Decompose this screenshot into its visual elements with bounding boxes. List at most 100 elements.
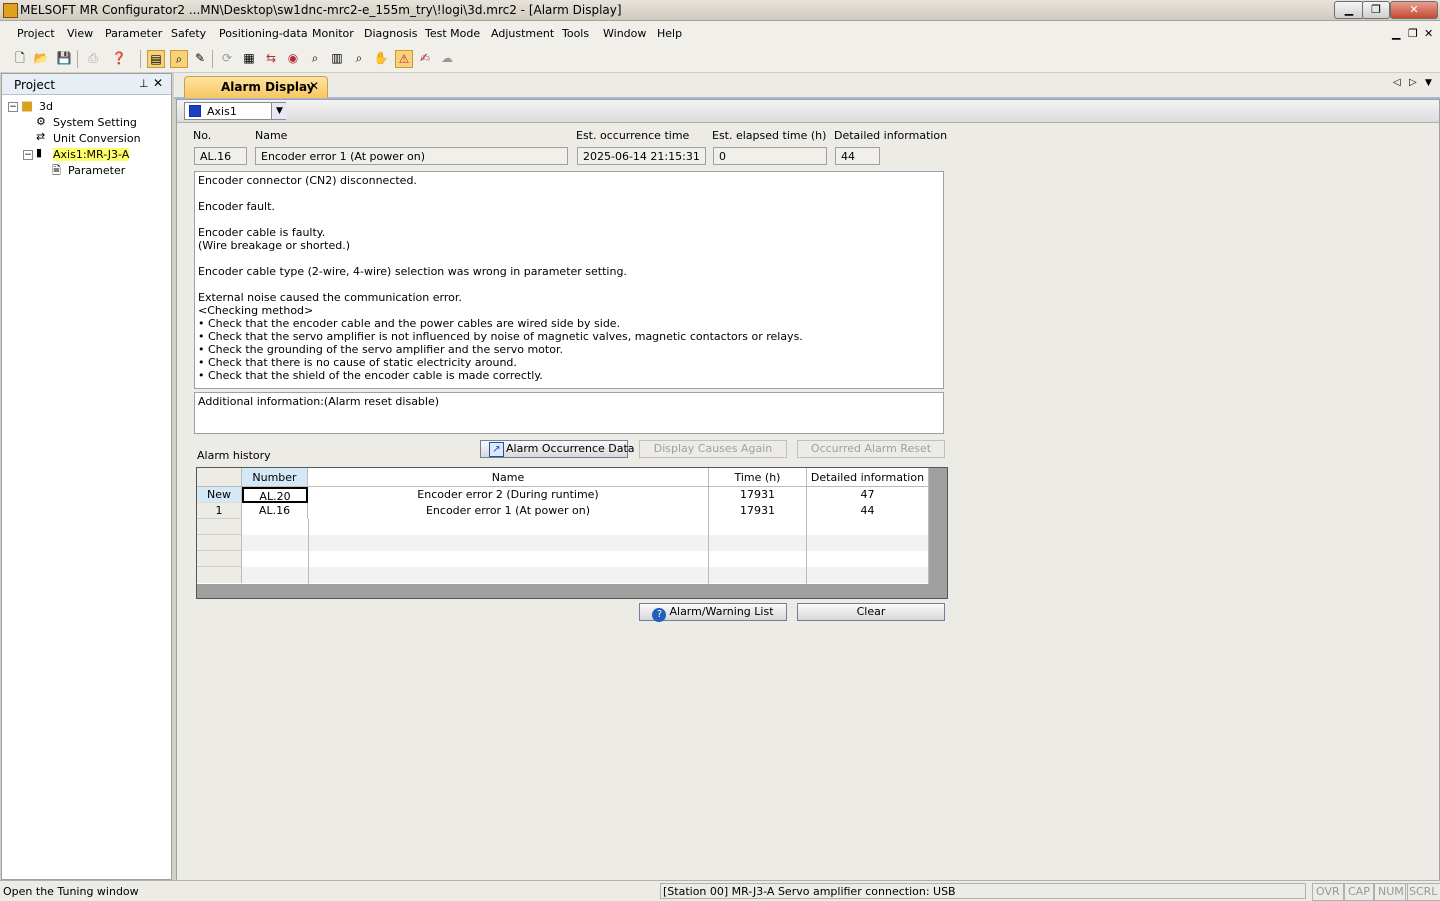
diagnosis-icon[interactable]: ⌕: [351, 50, 367, 66]
menu-positioning-data[interactable]: Positioning-data: [219, 27, 308, 40]
alarm-warning-list-button[interactable]: ? Alarm/Warning List: [639, 603, 787, 622]
machine-analyzer-icon[interactable]: ☁: [439, 50, 455, 66]
table-cell-time[interactable]: 17931: [709, 487, 807, 503]
alarm-warning-list-label: Alarm/Warning List: [669, 605, 774, 618]
scrl-indicator: SCRL: [1405, 883, 1440, 901]
tab-strip: Alarm Display ✕ ◁ ▷ ▼: [174, 73, 1440, 99]
alarm-history-title: Alarm history: [197, 449, 271, 462]
help-icon[interactable]: ❓: [111, 50, 127, 66]
row-header-empty[interactable]: [197, 519, 242, 535]
alarm-cause-text[interactable]: Encoder connector (CN2) disconnected. En…: [194, 171, 944, 389]
minimize-button[interactable]: ▁: [1334, 1, 1364, 19]
table-cell-number[interactable]: AL.16: [242, 503, 308, 519]
tree-axis[interactable]: Axis1:MR-J3-A: [53, 148, 130, 161]
table-cell-time[interactable]: 17931: [709, 503, 807, 519]
column-header-detailed-information[interactable]: Detailed information: [807, 468, 929, 487]
table-row-empty[interactable]: [242, 519, 929, 535]
num-indicator: NUM: [1374, 883, 1408, 901]
mdi-restore-icon[interactable]: ❐: [1408, 27, 1418, 40]
tree-system-setting[interactable]: System Setting: [53, 116, 137, 129]
cap-indicator: CAP: [1344, 883, 1374, 901]
table-cell-number[interactable]: AL.20: [242, 487, 308, 503]
mdi-close-icon[interactable]: ✕: [1424, 27, 1433, 40]
table-cell-name[interactable]: Encoder error 1 (At power on): [308, 503, 709, 519]
tuning-icon[interactable]: ✍: [417, 50, 433, 66]
monitor-icon[interactable]: ◉: [285, 50, 301, 66]
tab-list-icon[interactable]: ▼: [1425, 78, 1432, 88]
axis-select[interactable]: Axis1 ▼: [184, 102, 287, 120]
menu-test-mode[interactable]: Test Mode: [425, 27, 480, 40]
io-monitor-icon[interactable]: ▥: [329, 50, 345, 66]
tree-collapse-icon[interactable]: −: [8, 102, 18, 112]
menu-view[interactable]: View: [67, 27, 93, 40]
menu-monitor[interactable]: Monitor: [312, 27, 354, 40]
cause-line: Encoder cable type (2-wire, 4-wire) sele…: [198, 265, 627, 278]
occurred-alarm-reset-button[interactable]: Occurred Alarm Reset: [797, 440, 945, 458]
gear-icon: ⚙: [36, 115, 46, 128]
menu-diagnosis[interactable]: Diagnosis: [364, 27, 417, 40]
document-icon: 🗎: [52, 164, 61, 177]
panel-close-icon[interactable]: ✕: [153, 76, 163, 90]
tree-unit-conversion[interactable]: Unit Conversion: [53, 132, 141, 145]
table-row-empty[interactable]: [242, 535, 929, 551]
menu-safety[interactable]: Safety: [171, 27, 206, 40]
menu-window[interactable]: Window: [603, 27, 646, 40]
maximize-button[interactable]: ❐: [1362, 1, 1390, 19]
tree-collapse-icon[interactable]: −: [23, 150, 33, 160]
column-header-number[interactable]: Number: [242, 468, 308, 487]
table-row-empty[interactable]: [242, 551, 929, 567]
tree-root[interactable]: 3d: [39, 100, 53, 113]
connect-icon[interactable]: ⟳: [219, 50, 235, 66]
graph-icon[interactable]: ⌕: [307, 50, 323, 66]
row-header-empty[interactable]: [197, 535, 242, 551]
save-icon[interactable]: 💾: [56, 50, 72, 66]
table-row-empty[interactable]: [242, 567, 929, 583]
close-window-button[interactable]: ✕: [1390, 1, 1438, 19]
positioning-icon[interactable]: ⇆: [263, 50, 279, 66]
tab-close-icon[interactable]: ✕: [309, 79, 319, 93]
unit-conversion-icon: ⇄: [36, 130, 46, 143]
cause-line: • Check that the encoder cable and the p…: [198, 317, 621, 330]
menu-project[interactable]: Project: [17, 27, 55, 40]
display-causes-again-button[interactable]: Display Causes Again: [639, 440, 787, 458]
search-project-icon[interactable]: ⌕: [170, 50, 188, 68]
table-cell-detail[interactable]: 47: [807, 487, 929, 503]
row-header-empty[interactable]: [197, 551, 242, 567]
tree-parameter[interactable]: Parameter: [68, 164, 125, 177]
tab-scroll-left-icon[interactable]: ◁: [1393, 77, 1401, 88]
row-header-empty[interactable]: [197, 567, 242, 583]
menu-adjustment[interactable]: Adjustment: [491, 27, 554, 40]
mdi-minimize-icon[interactable]: ▁: [1392, 27, 1400, 40]
pin-icon[interactable]: ⊥: [139, 77, 149, 90]
table-cell-detail[interactable]: 44: [807, 503, 929, 519]
menu-parameter[interactable]: Parameter: [105, 27, 162, 40]
open-folder-icon[interactable]: 📂: [33, 50, 49, 66]
row-header[interactable]: 1: [197, 503, 242, 519]
status-message: Open the Tuning window: [3, 885, 139, 898]
clear-button[interactable]: Clear: [797, 603, 945, 621]
row-header[interactable]: New: [197, 487, 242, 503]
print-icon[interactable]: ⎙: [85, 50, 101, 66]
column-header-name[interactable]: Name: [308, 468, 709, 487]
tab-scroll-right-icon[interactable]: ▷: [1409, 77, 1417, 88]
table-cell-name[interactable]: Encoder error 2 (During runtime): [308, 487, 709, 503]
tab-alarm-display[interactable]: Alarm Display ✕: [184, 76, 328, 98]
cause-line: <Checking method>: [198, 304, 314, 317]
project-panel-icon[interactable]: ▤: [147, 50, 165, 68]
parameter-icon[interactable]: ▦: [241, 50, 257, 66]
column-divider: [928, 519, 929, 584]
servo-amplifier-icon: ▮: [36, 146, 43, 159]
new-file-icon[interactable]: 🗋: [12, 50, 28, 66]
menu-tools[interactable]: Tools: [562, 27, 589, 40]
cause-line: • Check that the servo amplifier is not …: [198, 330, 803, 343]
column-header-time[interactable]: Time (h): [709, 468, 807, 487]
additional-information-box[interactable]: Additional information:(Alarm reset disa…: [194, 392, 944, 434]
alarm-occurrence-data-button[interactable]: ↗ Alarm Occurrence Data: [480, 440, 635, 458]
chevron-down-icon[interactable]: ▼: [271, 103, 287, 119]
axis-select-value: Axis1: [207, 105, 237, 118]
menu-help[interactable]: Help: [657, 27, 682, 40]
test-mode-icon[interactable]: ✋: [373, 50, 389, 66]
comment-icon[interactable]: ✎: [192, 50, 208, 66]
alarm-display-icon[interactable]: ⚠: [395, 50, 413, 68]
table-corner: [197, 468, 242, 487]
